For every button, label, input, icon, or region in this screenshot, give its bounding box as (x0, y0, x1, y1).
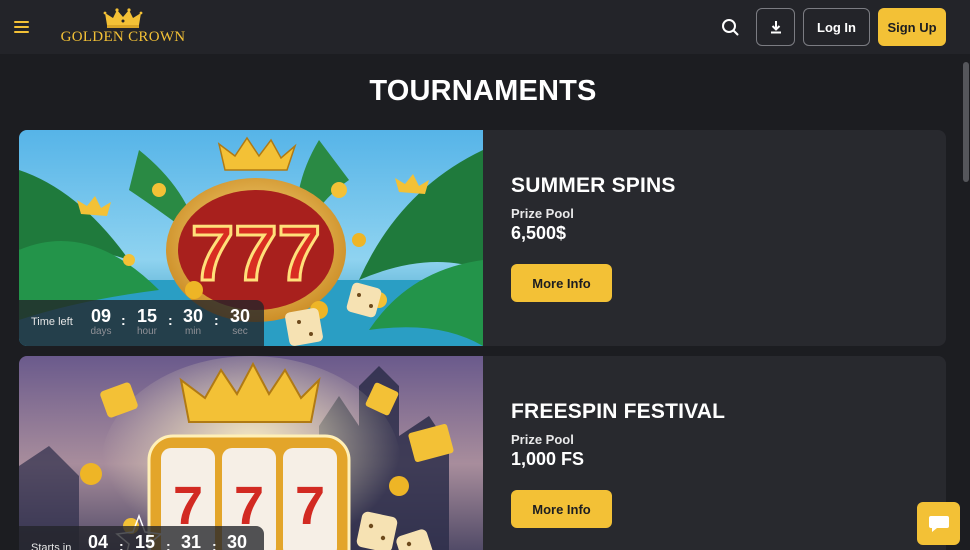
timer-separator: : (119, 538, 124, 550)
signup-button[interactable]: Sign Up (878, 8, 946, 46)
header: GOLDEN CROWN Log In Sign Up (0, 0, 970, 54)
timer-minutes: 31 (176, 532, 206, 550)
prize-pool-label: Prize Pool (511, 432, 574, 447)
timer-separator: : (212, 538, 217, 550)
timer-minutes-value: 30 (182, 306, 204, 326)
more-info-button[interactable]: More Info (511, 264, 612, 302)
svg-text:7: 7 (295, 476, 325, 536)
scrollbar[interactable] (962, 54, 970, 550)
search-icon[interactable] (718, 15, 742, 39)
timer-separator: : (168, 312, 173, 328)
logo[interactable]: GOLDEN CROWN (56, 8, 190, 48)
page-title: TOURNAMENTS (369, 75, 597, 107)
login-button[interactable]: Log In (803, 8, 870, 46)
scrollbar-thumb[interactable] (963, 62, 969, 182)
chat-icon (928, 515, 949, 532)
tournament-title: FREESPIN FESTIVAL (511, 400, 726, 423)
timer-minutes-value: 31 (180, 532, 202, 550)
menu-icon[interactable] (14, 17, 34, 37)
timer-days-value: 09 (90, 306, 112, 326)
timer-label: Time left (31, 316, 73, 328)
timer-label: Starts in (31, 542, 72, 550)
timer-hours-value: 15 (134, 532, 156, 550)
timer-seconds: 30 sec (225, 306, 255, 338)
countdown-timer: Starts in 04 : 15 : 31 : 30 (19, 526, 264, 550)
timer-hours: 15 (130, 532, 160, 550)
svg-text:777: 777 (191, 209, 321, 297)
crown-icon (103, 8, 143, 28)
timer-days-label: days (90, 326, 112, 337)
timer-seconds: 30 (222, 532, 252, 550)
timer-minutes-label: min (184, 326, 202, 337)
timer-days: 04 (83, 532, 113, 550)
timer-seconds-value: 30 (229, 306, 251, 326)
tournament-title: SUMMER SPINS (511, 174, 676, 197)
more-info-button[interactable]: More Info (511, 490, 612, 528)
prize-pool-value: 6,500$ (511, 223, 567, 243)
tournament-card: 777 Time left 09 days : 15 hour : 30 min… (19, 130, 946, 346)
prize-pool-label: Prize Pool (511, 206, 574, 221)
timer-days-value: 04 (87, 532, 109, 550)
logo-text: GOLDEN CROWN (60, 29, 186, 45)
timer-seconds-value: 30 (226, 532, 248, 550)
download-icon (770, 21, 781, 34)
prize-pool-value: 1,000 FS (511, 449, 585, 469)
timer-separator: : (166, 538, 171, 550)
countdown-timer: Time left 09 days : 15 hour : 30 min : 3… (19, 300, 264, 346)
timer-hours: 15 hour (132, 306, 162, 338)
chat-button[interactable] (917, 502, 960, 545)
timer-separator: : (214, 312, 219, 328)
download-button[interactable] (756, 8, 795, 46)
tournament-card: 7 7 7 Starts in 04 : 15 : 31: 30 FREESP… (19, 356, 946, 550)
timer-separator: : (121, 312, 126, 328)
tournament-banner-image[interactable]: 7 7 7 (19, 356, 483, 550)
timer-minutes: 30 min (178, 306, 208, 338)
timer-days: 09 days (86, 306, 116, 338)
timer-hours-label: hour (136, 326, 157, 337)
timer-seconds-label: sec (232, 326, 248, 337)
timer-hours-value: 15 (136, 306, 158, 326)
